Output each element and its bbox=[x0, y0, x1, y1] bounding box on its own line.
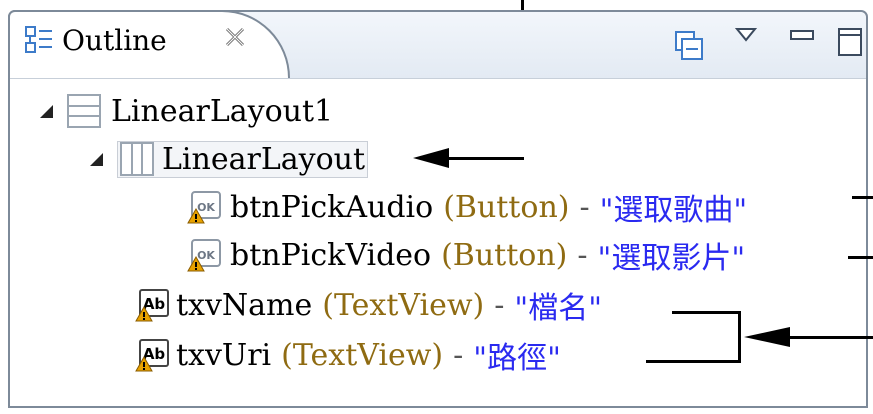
linear-layout-vertical-icon bbox=[67, 94, 101, 128]
tree-item-linearlayout[interactable]: LinearLayout bbox=[90, 140, 369, 178]
maximize-icon[interactable] bbox=[836, 26, 864, 58]
button-type: (Button) bbox=[441, 237, 568, 273]
tree-item-label: LinearLayout1 bbox=[111, 93, 334, 129]
tree-item-btnpickvideo[interactable]: OK btnPickVideo (Button) - "選取影片" bbox=[186, 236, 746, 276]
close-icon[interactable] bbox=[224, 26, 246, 48]
textview-type: (TextView) bbox=[322, 287, 485, 323]
textview-type: (TextView) bbox=[281, 337, 444, 373]
view-menu-icon[interactable] bbox=[734, 26, 758, 44]
annotation-arrowhead-left bbox=[413, 148, 449, 168]
annotation-line-right bbox=[790, 336, 873, 339]
collapse-all-icon[interactable] bbox=[674, 30, 704, 62]
textview-text: "檔名" bbox=[514, 291, 602, 326]
tree-item-root[interactable]: LinearLayout1 bbox=[40, 92, 333, 130]
tree-item-txvname[interactable]: Ab txvName (TextView) - "檔名" bbox=[134, 286, 602, 326]
tree-item-label: LinearLayout bbox=[162, 141, 366, 177]
textview-warning-icon: Ab bbox=[135, 289, 169, 322]
svg-text:OK: OK bbox=[197, 201, 215, 214]
button-id: btnPickVideo bbox=[230, 237, 432, 273]
minimize-icon[interactable] bbox=[788, 26, 816, 44]
tree-item-txvuri[interactable]: Ab txvUri (TextView) - "路徑" bbox=[134, 336, 561, 376]
separator: - bbox=[494, 287, 505, 323]
button-text: "選取影片" bbox=[597, 241, 746, 276]
textview-id: txvUri bbox=[176, 337, 272, 373]
annotation-bracket-top bbox=[672, 311, 740, 314]
annotation-bracket-bottom bbox=[646, 360, 741, 363]
annotation-line-audio bbox=[852, 196, 873, 199]
separator: - bbox=[577, 237, 588, 273]
tab-outline[interactable]: Outline bbox=[8, 10, 290, 78]
collapse-triangle-icon[interactable] bbox=[40, 104, 53, 118]
annotation-line-video bbox=[848, 256, 873, 259]
textview-text: "路徑" bbox=[473, 341, 561, 376]
svg-text:OK: OK bbox=[197, 249, 215, 262]
textview-warning-icon: Ab bbox=[135, 339, 169, 372]
button-type: (Button) bbox=[443, 189, 570, 225]
annotation-arrowhead-left bbox=[744, 327, 790, 347]
button-warning-icon: OK bbox=[187, 191, 221, 224]
outline-icon bbox=[25, 26, 52, 53]
tab-title: Outline bbox=[62, 24, 167, 57]
linear-layout-horizontal-icon bbox=[120, 142, 154, 176]
button-text: "選取歌曲" bbox=[599, 193, 748, 228]
separator: - bbox=[453, 337, 464, 373]
textview-id: txvName bbox=[176, 287, 313, 323]
selected-item-box: LinearLayout bbox=[117, 140, 369, 178]
button-id: btnPickAudio bbox=[230, 189, 434, 225]
annotation-line-top-horizontal bbox=[448, 157, 524, 160]
annotation-bracket-vertical bbox=[738, 311, 741, 363]
tree-item-btnpickaudio[interactable]: OK btnPickAudio (Button) - "選取歌曲" bbox=[186, 188, 748, 228]
button-warning-icon: OK bbox=[187, 239, 221, 272]
view-toolbar: Outline bbox=[8, 10, 866, 79]
collapse-triangle-icon[interactable] bbox=[90, 152, 103, 166]
separator: - bbox=[579, 189, 590, 225]
